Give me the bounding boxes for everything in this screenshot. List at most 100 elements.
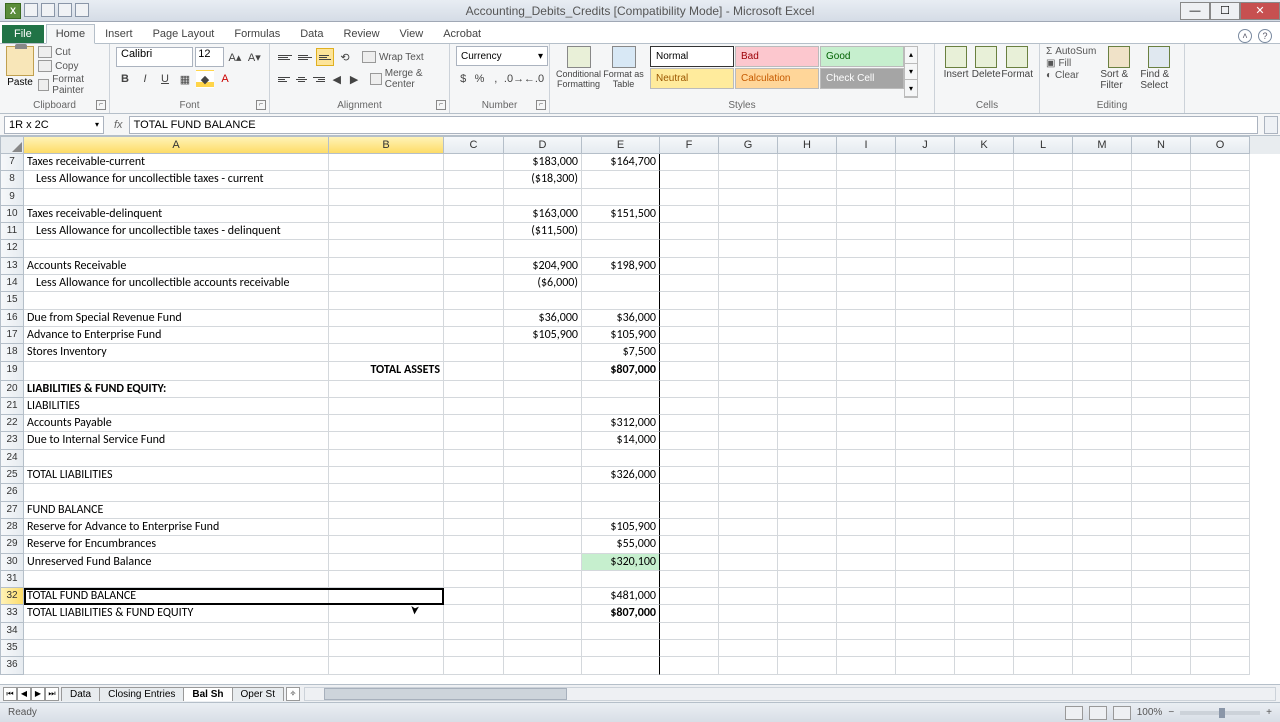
row-header-28[interactable]: 28	[0, 519, 24, 536]
style-neutral[interactable]: Neutral	[650, 68, 734, 89]
copy-button[interactable]: Copy	[38, 60, 103, 72]
cell-N30[interactable]	[1132, 554, 1191, 571]
fill-button[interactable]: ▣Fill	[1046, 58, 1096, 69]
cell-M35[interactable]	[1073, 640, 1132, 657]
cell-A10[interactable]: Taxes receivable-delinquent	[24, 206, 329, 223]
cell-F12[interactable]	[660, 240, 719, 257]
cell-G7[interactable]	[719, 154, 778, 171]
cell-L10[interactable]	[1014, 206, 1073, 223]
cell-M16[interactable]	[1073, 310, 1132, 327]
cell-D21[interactable]	[504, 398, 582, 415]
cell-O12[interactable]	[1191, 240, 1250, 257]
fx-icon[interactable]: fx	[114, 119, 123, 131]
cell-N35[interactable]	[1132, 640, 1191, 657]
cell-D12[interactable]	[504, 240, 582, 257]
cell-J9[interactable]	[896, 189, 955, 206]
cell-H35[interactable]	[778, 640, 837, 657]
cell-F25[interactable]	[660, 467, 719, 484]
cell-E32[interactable]: $481,000	[582, 588, 660, 605]
cell-J34[interactable]	[896, 623, 955, 640]
cell-E24[interactable]	[582, 450, 660, 467]
cell-J24[interactable]	[896, 450, 955, 467]
row-header-19[interactable]: 19	[0, 362, 24, 381]
cell-J25[interactable]	[896, 467, 955, 484]
cell-B24[interactable]	[329, 450, 444, 467]
select-all-corner[interactable]	[0, 136, 24, 154]
col-header-I[interactable]: I	[837, 136, 896, 154]
font-color-button[interactable]: A	[216, 70, 234, 88]
zoom-level[interactable]: 100%	[1137, 707, 1163, 718]
style-calculation[interactable]: Calculation	[735, 68, 819, 89]
cell-E26[interactable]	[582, 484, 660, 501]
cell-J31[interactable]	[896, 571, 955, 588]
cell-O13[interactable]	[1191, 258, 1250, 275]
cell-I18[interactable]	[837, 344, 896, 361]
cell-A34[interactable]	[24, 623, 329, 640]
cell-N15[interactable]	[1132, 292, 1191, 309]
cell-K10[interactable]	[955, 206, 1014, 223]
wrap-text-button[interactable]: Wrap Text	[362, 51, 424, 63]
col-header-N[interactable]: N	[1132, 136, 1191, 154]
row-header-13[interactable]: 13	[0, 258, 24, 275]
cell-O30[interactable]	[1191, 554, 1250, 571]
cell-M29[interactable]	[1073, 536, 1132, 553]
tab-nav-first-icon[interactable]: ⏮	[3, 687, 17, 701]
undo-icon[interactable]	[41, 3, 55, 17]
increase-indent-icon[interactable]: ▶	[346, 70, 361, 88]
cell-K28[interactable]	[955, 519, 1014, 536]
cell-H14[interactable]	[778, 275, 837, 292]
cell-M14[interactable]	[1073, 275, 1132, 292]
cell-J15[interactable]	[896, 292, 955, 309]
tab-home[interactable]: Home	[46, 24, 95, 44]
cell-J7[interactable]	[896, 154, 955, 171]
cell-B21[interactable]	[329, 398, 444, 415]
cell-I25[interactable]	[837, 467, 896, 484]
cell-O24[interactable]	[1191, 450, 1250, 467]
align-bottom-icon[interactable]	[316, 48, 334, 66]
row-header-24[interactable]: 24	[0, 450, 24, 467]
cell-D29[interactable]	[504, 536, 582, 553]
cell-H19[interactable]	[778, 362, 837, 381]
cell-G24[interactable]	[719, 450, 778, 467]
cell-A29[interactable]: Reserve for Encumbrances	[24, 536, 329, 553]
cell-E22[interactable]: $312,000	[582, 415, 660, 432]
cell-H18[interactable]	[778, 344, 837, 361]
font-size-input[interactable]: 12	[195, 47, 224, 67]
cell-B34[interactable]	[329, 623, 444, 640]
cell-O15[interactable]	[1191, 292, 1250, 309]
cell-N25[interactable]	[1132, 467, 1191, 484]
cell-F24[interactable]	[660, 450, 719, 467]
cell-L14[interactable]	[1014, 275, 1073, 292]
horizontal-scrollbar[interactable]	[304, 687, 1276, 701]
cell-G31[interactable]	[719, 571, 778, 588]
cell-K36[interactable]	[955, 657, 1014, 674]
cell-G33[interactable]	[719, 605, 778, 622]
cell-E8[interactable]	[582, 171, 660, 188]
cell-B10[interactable]	[329, 206, 444, 223]
cell-F29[interactable]	[660, 536, 719, 553]
cell-D7[interactable]: $183,000	[504, 154, 582, 171]
col-header-E[interactable]: E	[582, 136, 660, 154]
zoom-in-icon[interactable]: +	[1266, 707, 1272, 718]
cell-H8[interactable]	[778, 171, 837, 188]
cell-O17[interactable]	[1191, 327, 1250, 344]
delete-cells-button[interactable]: Delete	[971, 46, 1001, 98]
autosum-button[interactable]: ΣAutoSum	[1046, 46, 1096, 57]
cell-L33[interactable]	[1014, 605, 1073, 622]
cell-K8[interactable]	[955, 171, 1014, 188]
cell-C21[interactable]	[444, 398, 504, 415]
cell-H16[interactable]	[778, 310, 837, 327]
cell-O21[interactable]	[1191, 398, 1250, 415]
decrease-decimal-icon[interactable]: ←.0	[525, 70, 543, 88]
cell-E9[interactable]	[582, 189, 660, 206]
cell-G23[interactable]	[719, 432, 778, 449]
cell-F35[interactable]	[660, 640, 719, 657]
cell-G29[interactable]	[719, 536, 778, 553]
cell-F36[interactable]	[660, 657, 719, 674]
cell-M9[interactable]	[1073, 189, 1132, 206]
cell-N27[interactable]	[1132, 502, 1191, 519]
cell-A30[interactable]: Unreserved Fund Balance	[24, 554, 329, 571]
cell-C9[interactable]	[444, 189, 504, 206]
cell-N24[interactable]	[1132, 450, 1191, 467]
cell-D34[interactable]	[504, 623, 582, 640]
